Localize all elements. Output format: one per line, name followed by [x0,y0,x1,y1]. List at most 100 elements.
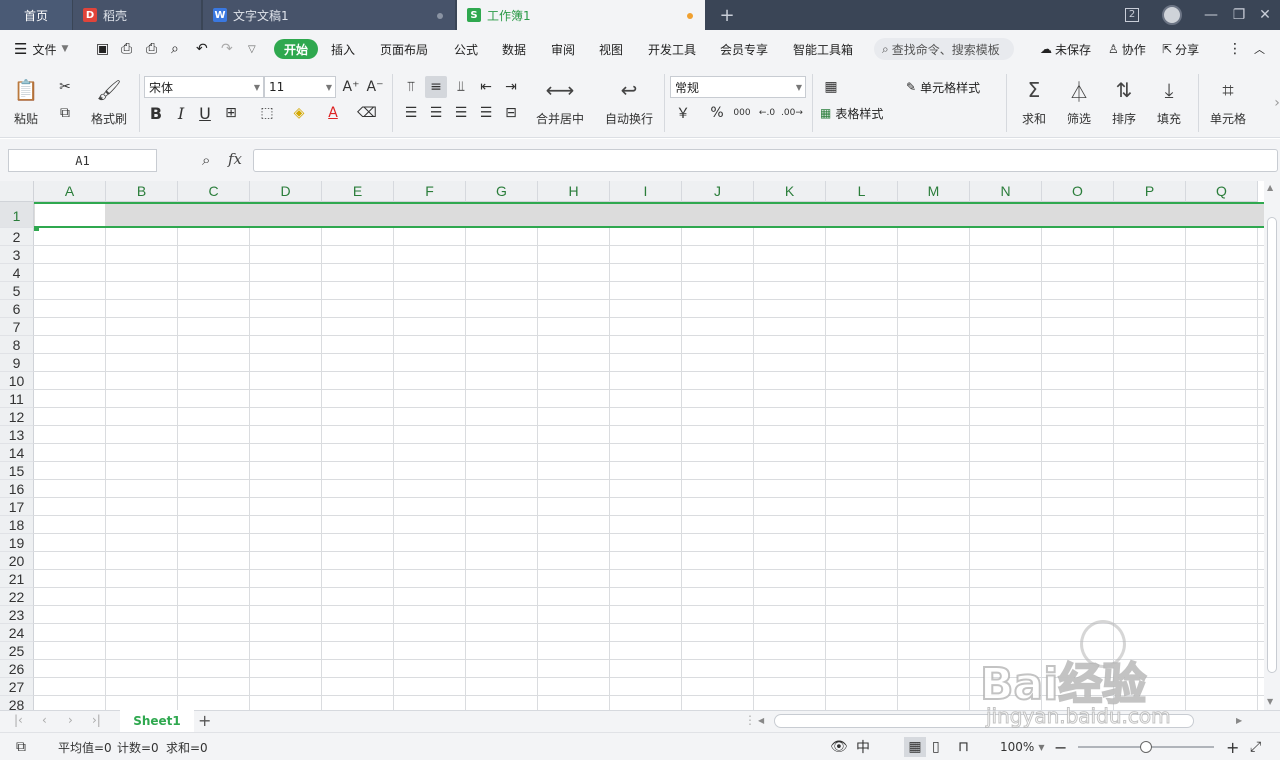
fill-handle[interactable] [34,226,39,231]
print-quick-button[interactable]: ⎙ [121,30,132,68]
column-header-j[interactable]: J [682,181,754,202]
row-header-23[interactable]: 23 [0,606,34,624]
decrease-indent-button[interactable]: ⇤ [475,76,497,98]
row-header-19[interactable]: 19 [0,534,34,552]
minimize-button[interactable]: — [1200,0,1222,30]
align-right-button[interactable]: ☰ [450,102,472,124]
collab-button[interactable]: ♙ 协作 [1108,30,1146,68]
row-header-11[interactable]: 11 [0,390,34,408]
row-header-24[interactable]: 24 [0,624,34,642]
column-header-b[interactable]: B [106,181,178,202]
normal-view-button[interactable]: ▦ [904,737,926,757]
page-layout-view-button[interactable]: ▯ [932,733,940,761]
row-header-1[interactable]: 1 [0,202,34,228]
thousands-button[interactable]: 000 [731,102,753,124]
window-count-button[interactable]: 2 [1121,0,1143,30]
restore-button[interactable]: ❐ [1228,0,1250,30]
collapse-ribbon-button[interactable]: ︿ [1254,30,1265,68]
tab-formulas[interactable]: 公式 [454,30,478,68]
filter-button[interactable]: ⏃ 筛选 [1065,76,1093,127]
row-header-16[interactable]: 16 [0,480,34,498]
decrease-font-button[interactable]: A⁻ [364,76,386,98]
column-header-i[interactable]: I [610,181,682,202]
column-header-e[interactable]: E [322,181,394,202]
row-header-8[interactable]: 8 [0,336,34,354]
currency-button[interactable]: ￥ [672,102,694,124]
hscroll-split-handle[interactable]: ⋮ [744,713,756,727]
column-header-a[interactable]: A [34,181,106,202]
tab-smart-toolbox[interactable]: 智能工具箱 [793,30,853,68]
command-search[interactable]: ⌕ 查找命令、搜索模板 [874,38,1014,60]
column-header-m[interactable]: M [898,181,970,202]
conditional-format-button[interactable]: ▦ [820,76,842,98]
align-bottom-button[interactable]: ⫫ [450,76,472,98]
font-name-select[interactable]: 宋体 ▼ [144,76,264,98]
tab-review[interactable]: 审阅 [551,30,575,68]
prev-sheet-button[interactable]: ‹ [42,713,47,727]
row-header-6[interactable]: 6 [0,300,34,318]
increase-decimal-button[interactable]: ←.0 [756,102,778,124]
tab-writer-doc[interactable]: W 文字文稿1 [203,0,455,30]
zoom-out-button[interactable]: − [1054,733,1067,761]
fullscreen-button[interactable]: ⤢ [1250,733,1261,761]
row-header-28[interactable]: 28 [0,696,34,710]
row-header-3[interactable]: 3 [0,246,34,264]
avatar[interactable] [1160,0,1184,30]
column-header-o[interactable]: O [1042,181,1114,202]
sheet-tab-sheet1[interactable]: Sheet1 [120,710,194,732]
quick-access-more[interactable]: ▽ [248,30,256,68]
row-header-14[interactable]: 14 [0,444,34,462]
tab-page-layout[interactable]: 页面布局 [380,30,428,68]
column-header-q[interactable]: Q [1186,181,1258,202]
scroll-left-icon[interactable]: ◀ [758,716,764,725]
row-header-21[interactable]: 21 [0,570,34,588]
percent-button[interactable]: % [706,102,728,124]
row-header-4[interactable]: 4 [0,264,34,282]
column-header-p[interactable]: P [1114,181,1186,202]
close-button[interactable]: ✕ [1254,0,1276,30]
tab-start[interactable]: 开始 [274,39,319,59]
row-header-22[interactable]: 22 [0,588,34,606]
number-format-select[interactable]: 常规 ▼ [670,76,806,98]
underline-button[interactable]: U [194,102,216,124]
column-header-f[interactable]: F [394,181,466,202]
row-header-5[interactable]: 5 [0,282,34,300]
copy-button[interactable]: ⧉ [54,102,76,124]
row-header-26[interactable]: 26 [0,660,34,678]
name-box[interactable]: A1 [8,149,157,172]
row-header-20[interactable]: 20 [0,552,34,570]
distribute-button[interactable]: ⊟ [500,102,522,124]
merge-center-button[interactable]: ⟷ 合并居中 [536,76,584,127]
scroll-right-icon[interactable]: ▶ [1236,716,1242,725]
more-options-button[interactable]: ⋮ [1228,30,1242,68]
increase-indent-button[interactable]: ⇥ [500,76,522,98]
horizontal-scroll-thumb[interactable] [774,714,1194,728]
unsaved-button[interactable]: ☁ 未保存 [1040,30,1091,68]
column-header-n[interactable]: N [970,181,1042,202]
row-header-18[interactable]: 18 [0,516,34,534]
tab-home[interactable]: 首页 [0,0,72,30]
cut-button[interactable]: ✂ [54,76,76,98]
undo-button[interactable]: ↶ [196,30,208,68]
format-painter-button[interactable]: 🖌 格式刷 [91,76,127,127]
justify-button[interactable]: ☰ [475,102,497,124]
row-header-10[interactable]: 10 [0,372,34,390]
next-sheet-button[interactable]: › [68,713,73,727]
redo-button[interactable]: ↷ [221,30,233,68]
tab-workbook[interactable]: S 工作簿1 [457,0,705,30]
row-header-13[interactable]: 13 [0,426,34,444]
border-button[interactable]: ⊞ [220,102,242,124]
fill-color-button[interactable]: ◈ [288,102,310,124]
scroll-up-icon[interactable]: ▲ [1267,183,1273,192]
align-center-button[interactable]: ☰ [425,102,447,124]
zoom-level-select[interactable]: 100% ▼ [1000,733,1044,761]
tab-member[interactable]: 会员专享 [720,30,768,68]
font-size-select[interactable]: 11 ▼ [264,76,336,98]
zoom-slider-thumb[interactable] [1140,741,1152,753]
font-color-button[interactable]: A [322,102,344,124]
spreadsheet-grid[interactable]: ABCDEFGHIJKLMNOPQ 1 2 3 4 5 6 7 8 9 10 11 12 13 14 15 1… [0,181,1264,710]
tab-docer[interactable]: D 稻壳 [73,0,201,30]
row-header-7[interactable]: 7 [0,318,34,336]
column-header-l[interactable]: L [826,181,898,202]
row-header-15[interactable]: 15 [0,462,34,480]
